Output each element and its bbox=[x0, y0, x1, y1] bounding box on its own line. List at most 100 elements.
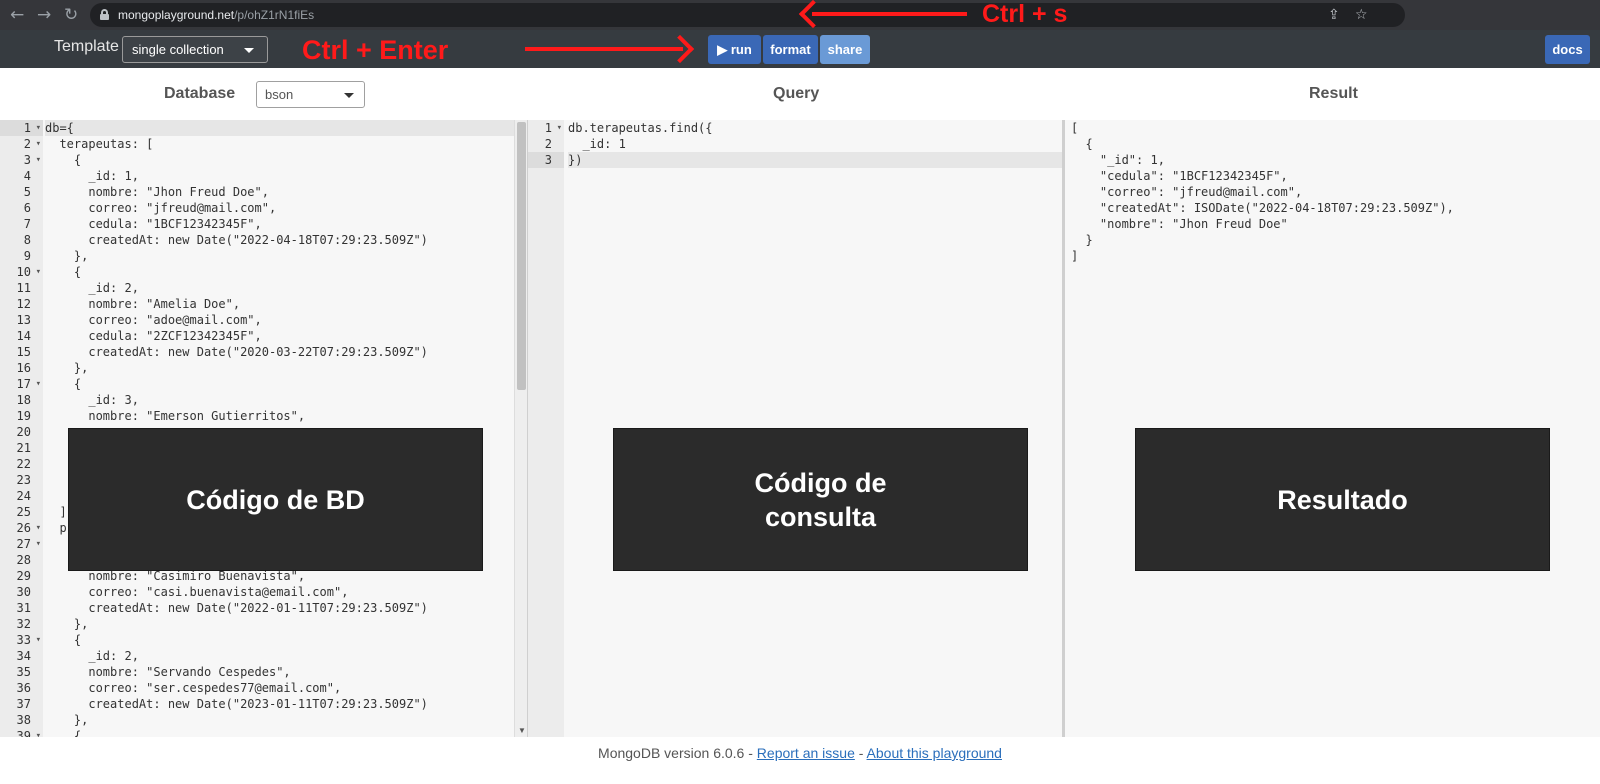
code-line: _id: 2, bbox=[45, 649, 139, 663]
template-select-value: single collection bbox=[132, 42, 224, 57]
query-code[interactable]: db.terapeutas.find({ _id: 1}) bbox=[568, 120, 1062, 168]
code-line: terapeutas: [ bbox=[45, 137, 154, 151]
code-line: nombre: "Amelia Doe", bbox=[45, 297, 241, 311]
code-line: }, bbox=[45, 361, 89, 375]
query-overlay-text: Código de consulta bbox=[754, 467, 887, 532]
code-line: correo: "jfreud@mail.com", bbox=[45, 201, 277, 215]
line-number: 37 bbox=[16, 697, 31, 711]
line-number: 3 bbox=[528, 152, 564, 168]
line-number: 5 bbox=[23, 185, 31, 199]
code-line: "cedula": "1BCF12342345F", bbox=[1071, 169, 1288, 183]
line-number: 26 bbox=[0, 520, 43, 536]
line-number: 34 bbox=[16, 649, 31, 663]
line-number: 13 bbox=[16, 313, 31, 327]
line-number: 22 bbox=[16, 457, 31, 471]
forward-arrow-icon[interactable]: → bbox=[37, 5, 51, 25]
code-line: "nombre": "Jhon Freud Doe" bbox=[1071, 217, 1288, 231]
result-code: [ { "_id": 1, "cedula": "1BCF12342345F",… bbox=[1071, 120, 1454, 264]
docs-button[interactable]: docs bbox=[1545, 35, 1590, 64]
database-mode-value: bson bbox=[265, 87, 294, 102]
code-line: correo: "casi.buenavista@email.com", bbox=[45, 585, 349, 599]
line-number: 39 bbox=[0, 728, 43, 737]
url-host: mongoplayground.net bbox=[118, 8, 235, 22]
line-number: 11 bbox=[16, 281, 31, 295]
scroll-down-icon[interactable]: ▼ bbox=[518, 726, 526, 735]
back-arrow-icon[interactable]: ← bbox=[10, 5, 24, 25]
save-shortcut-annotation: Ctrl + s bbox=[982, 0, 1068, 28]
app-navbar: Template single collection ▶ run format … bbox=[0, 30, 1600, 68]
code-line: }, bbox=[45, 617, 89, 631]
line-number: 14 bbox=[16, 329, 31, 343]
line-number: 25 bbox=[16, 505, 31, 519]
code-line: "_id": 1, bbox=[1071, 153, 1165, 167]
footer-separator: - bbox=[744, 745, 757, 761]
line-number: 20 bbox=[16, 425, 31, 439]
code-line: createdAt: new Date("2023-01-11T07:29:23… bbox=[45, 697, 428, 711]
result-overlay-label: Resultado bbox=[1135, 428, 1550, 571]
bookmark-star-icon[interactable]: ☆ bbox=[1355, 6, 1368, 24]
line-number: 17 bbox=[0, 376, 43, 392]
code-line: cedula: "1BCF12342345F", bbox=[45, 217, 262, 231]
url-path: /p/ohZ1rN1fiEs bbox=[234, 8, 315, 22]
line-number: 2 bbox=[544, 137, 552, 151]
line-number: 38 bbox=[16, 713, 31, 727]
database-mode-select[interactable]: bson bbox=[256, 81, 365, 108]
database-title: Database bbox=[164, 85, 236, 102]
code-line: createdAt: new Date("2020-03-22T07:29:23… bbox=[45, 345, 428, 359]
code-line: nombre: "Jhon Freud Doe", bbox=[45, 185, 269, 199]
footer: MongoDB version 6.0.6 - Report an issue … bbox=[0, 744, 1600, 762]
code-line: "createdAt": ISODate("2022-04-18T07:29:2… bbox=[1071, 201, 1454, 215]
reload-icon[interactable]: ↻ bbox=[64, 5, 78, 25]
line-number: 18 bbox=[16, 393, 31, 407]
code-line: ] bbox=[1071, 249, 1079, 263]
line-number: 1 bbox=[528, 120, 564, 136]
share-page-icon[interactable]: ⇪ bbox=[1328, 6, 1340, 24]
code-line: "correo": "jfreud@mail.com", bbox=[1071, 185, 1303, 199]
editor-gutter bbox=[528, 120, 564, 737]
editor-scrollbar[interactable]: ▼ bbox=[514, 120, 527, 737]
code-line: db.terapeutas.find({ bbox=[568, 121, 713, 135]
line-number: 12 bbox=[16, 297, 31, 311]
line-number: 1 bbox=[0, 120, 43, 136]
about-playground-link[interactable]: About this playground bbox=[867, 745, 1002, 761]
report-issue-link[interactable]: Report an issue bbox=[757, 745, 855, 761]
run-button[interactable]: ▶ run bbox=[708, 35, 761, 64]
line-number: 31 bbox=[16, 601, 31, 615]
code-line: }, bbox=[45, 713, 89, 727]
url-text: mongoplayground.net/p/ohZ1rN1fiEs bbox=[118, 7, 314, 23]
line-number: 35 bbox=[16, 665, 31, 679]
line-number: 23 bbox=[16, 473, 31, 487]
line-number: 36 bbox=[16, 681, 31, 695]
line-number: 8 bbox=[23, 233, 31, 247]
line-number: 16 bbox=[16, 361, 31, 375]
run-arrow-icon bbox=[525, 47, 683, 51]
code-line: } bbox=[1071, 233, 1093, 247]
share-button[interactable]: share bbox=[820, 35, 870, 64]
line-number: 21 bbox=[16, 441, 31, 455]
line-number: 32 bbox=[16, 617, 31, 631]
scrollbar-thumb[interactable] bbox=[517, 122, 526, 390]
code-line: { bbox=[45, 153, 82, 167]
line-number: 33 bbox=[0, 632, 43, 648]
line-number: 4 bbox=[23, 169, 31, 183]
line-number: 9 bbox=[23, 249, 31, 263]
template-select[interactable]: single collection bbox=[122, 36, 268, 63]
line-number: 24 bbox=[16, 489, 31, 503]
line-number: 29 bbox=[16, 569, 31, 583]
line-number: 19 bbox=[16, 409, 31, 423]
chevron-down-icon bbox=[244, 48, 254, 53]
code-line: _id: 1, bbox=[45, 169, 139, 183]
code-line: _id: 2, bbox=[45, 281, 139, 295]
line-number: 3 bbox=[0, 152, 43, 168]
footer-separator: - bbox=[854, 745, 867, 761]
code-line: nombre: "Servando Cespedes", bbox=[45, 665, 291, 679]
format-button[interactable]: format bbox=[763, 35, 818, 64]
lock-icon[interactable] bbox=[100, 9, 109, 20]
address-bar[interactable]: mongoplayground.net/p/ohZ1rN1fiEs ⇪ ☆ bbox=[90, 3, 1405, 27]
chevron-down-icon bbox=[344, 93, 354, 98]
code-line: { bbox=[45, 377, 82, 391]
code-line: { bbox=[45, 265, 82, 279]
code-line: }, bbox=[45, 249, 89, 263]
save-arrow-icon bbox=[812, 12, 967, 16]
line-number: 15 bbox=[16, 345, 31, 359]
